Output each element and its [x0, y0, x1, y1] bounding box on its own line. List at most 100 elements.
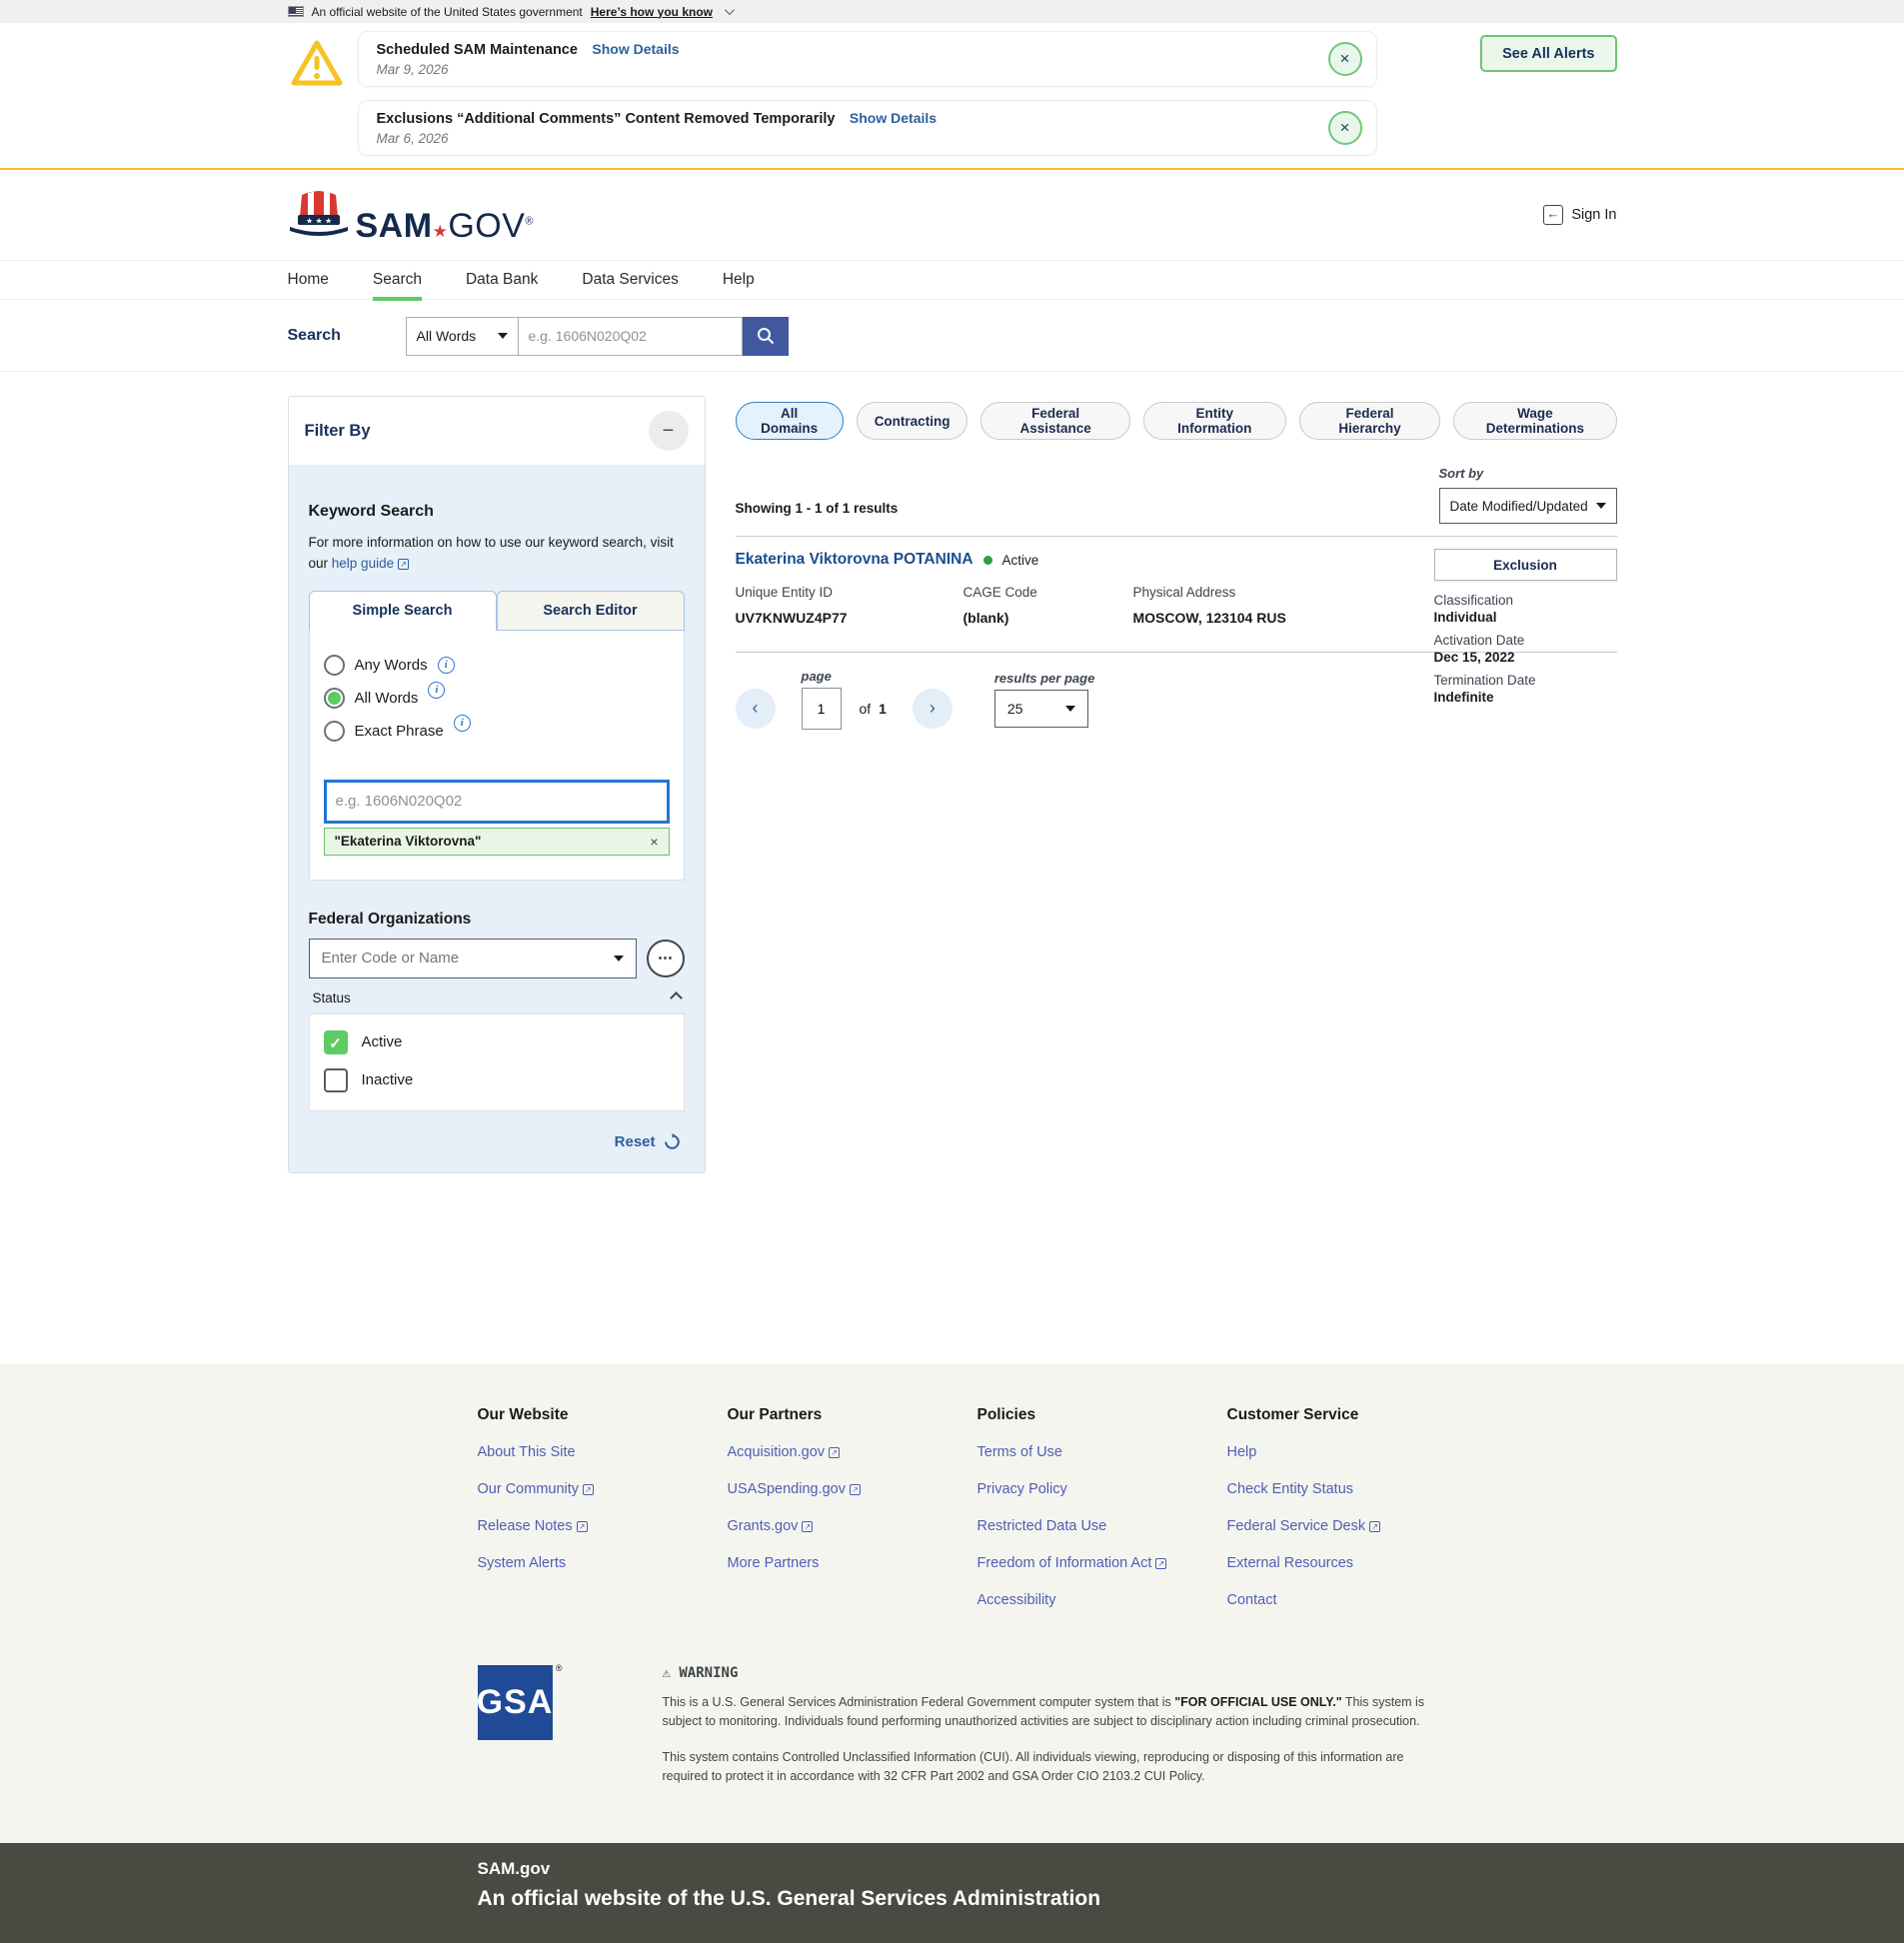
filter-panel: Filter By − Keyword Search For more info… — [288, 396, 706, 1173]
radio-label: All Words — [355, 690, 419, 707]
domain-tab-contracting[interactable]: Contracting — [857, 402, 968, 440]
domain-tab-entity-information[interactable]: Entity Information — [1143, 402, 1286, 440]
meta-value: Indefinite — [1434, 690, 1617, 705]
chevron-down-icon — [1065, 706, 1075, 712]
close-icon[interactable]: × — [1328, 111, 1362, 145]
footer-link-release-notes[interactable]: Release Notes↗ — [478, 1518, 728, 1534]
bottom-bar-subtitle: An official website of the U.S. General … — [478, 1887, 1617, 1911]
footer-link-contact[interactable]: Contact — [1227, 1592, 1477, 1608]
results-per-page-select[interactable]: 25 — [994, 690, 1088, 728]
nav-item-data-bank[interactable]: Data Bank — [466, 261, 538, 301]
sort-select[interactable]: Date Modified/Updated — [1439, 488, 1617, 524]
show-details-link[interactable]: Show Details — [592, 41, 679, 57]
sign-in-link[interactable]: Sign In — [1543, 205, 1616, 225]
footer-link-about-this-site[interactable]: About This Site — [478, 1444, 728, 1460]
footer-link-terms-of-use[interactable]: Terms of Use — [977, 1444, 1227, 1460]
previous-page-button[interactable]: ‹ — [736, 689, 776, 729]
alert-title: Exclusions “Additional Comments” Content… — [377, 111, 836, 127]
remove-tag-icon[interactable]: × — [650, 834, 658, 850]
footer-column-our-partners: Our Partners Acquisition.gov↗ USASpendin… — [728, 1406, 977, 1629]
domain-tab-federal-assistance[interactable]: Federal Assistance — [980, 402, 1129, 440]
gsa-registered-mark: ® — [556, 1663, 563, 1673]
nav-item-help[interactable]: Help — [723, 261, 755, 301]
footer-link-restricted-data-use[interactable]: Restricted Data Use — [977, 1518, 1227, 1534]
radio-label: Exact Phrase — [355, 723, 444, 740]
radio-any-words[interactable] — [324, 655, 345, 676]
tab-search-editor[interactable]: Search Editor — [497, 591, 685, 631]
total-pages: 1 — [879, 701, 887, 717]
footer-link-more-partners[interactable]: More Partners — [728, 1555, 977, 1571]
gov-banner: An official website of the United States… — [0, 0, 1904, 23]
footer-column-customer-service: Customer Service Help Check Entity Statu… — [1227, 1406, 1477, 1629]
minus-icon: − — [663, 420, 675, 442]
info-icon[interactable]: i — [428, 682, 445, 699]
footer-link-external-resources[interactable]: External Resources — [1227, 1555, 1477, 1571]
page-label: page — [802, 669, 842, 684]
help-guide-link[interactable]: help guide↗ — [332, 556, 409, 571]
checkbox-inactive[interactable] — [324, 1068, 348, 1092]
nav-item-home[interactable]: Home — [288, 261, 329, 301]
search-label: Search — [288, 327, 406, 345]
how-you-know-link[interactable]: Here’s how you know — [591, 5, 713, 19]
info-icon[interactable]: i — [454, 715, 471, 732]
close-icon[interactable]: × — [1328, 42, 1362, 76]
footer-link-federal-service-desk[interactable]: Federal Service Desk↗ — [1227, 1518, 1477, 1534]
meta-value: Individual — [1434, 610, 1617, 625]
domain-tab-wage-determinations[interactable]: Wage Determinations — [1453, 402, 1616, 440]
show-details-link[interactable]: Show Details — [850, 110, 937, 126]
search-button[interactable] — [743, 317, 789, 356]
search-mode-select[interactable]: All Words — [406, 317, 518, 356]
field-value: (blank) — [963, 610, 1133, 626]
footer-link-system-alerts[interactable]: System Alerts — [478, 1555, 728, 1571]
federal-org-select[interactable]: Enter Code or Name — [309, 939, 637, 978]
info-icon[interactable]: i — [438, 657, 455, 674]
warning-heading: WARNING — [679, 1665, 738, 1681]
collapse-filters-button[interactable]: − — [649, 411, 689, 451]
checkbox-active[interactable]: ✓ — [324, 1030, 348, 1054]
global-search-bar: Search All Words — [0, 300, 1904, 372]
active-status-dot — [983, 556, 992, 565]
ellipsis-icon: ⋯ — [658, 950, 673, 967]
tab-simple-search[interactable]: Simple Search — [309, 591, 497, 631]
keyword-search-input[interactable] — [324, 780, 670, 824]
footer-link-foia[interactable]: Freedom of Information Act↗ — [977, 1555, 1227, 1571]
result-title-link[interactable]: Ekaterina Viktorovna POTANINA — [736, 551, 973, 569]
page-number-input[interactable] — [802, 688, 842, 730]
exclusion-badge-button[interactable]: Exclusion — [1434, 549, 1617, 581]
see-all-alerts-button[interactable]: See All Alerts — [1480, 35, 1616, 72]
footer-link-our-community[interactable]: Our Community↗ — [478, 1481, 728, 1497]
next-page-button[interactable]: › — [913, 689, 952, 729]
domain-tab-federal-hierarchy[interactable]: Federal Hierarchy — [1299, 402, 1441, 440]
more-options-button[interactable]: ⋯ — [647, 940, 685, 977]
status-badge: Active — [1002, 553, 1039, 568]
reset-icon[interactable] — [664, 1133, 681, 1150]
sort-by-label: Sort by — [1439, 466, 1617, 481]
footer-link-acquisition-gov[interactable]: Acquisition.gov↗ — [728, 1444, 977, 1460]
radio-all-words[interactable] — [324, 688, 345, 709]
checkbox-label: Active — [362, 1033, 403, 1050]
external-link-icon: ↗ — [577, 1521, 588, 1532]
nav-item-search[interactable]: Search — [373, 261, 422, 301]
footer-link-check-entity-status[interactable]: Check Entity Status — [1227, 1481, 1477, 1497]
radio-exact-phrase[interactable] — [324, 721, 345, 742]
footer-link-accessibility[interactable]: Accessibility — [977, 1592, 1227, 1608]
us-flag-icon — [288, 6, 304, 17]
gsa-logo: GSA ® — [478, 1665, 553, 1803]
reset-filters-link[interactable]: Reset — [615, 1133, 656, 1150]
footer-link-help[interactable]: Help — [1227, 1444, 1477, 1460]
domain-tab-all-domains[interactable]: All Domains — [736, 402, 844, 440]
alert-exclusions: Exclusions “Additional Comments” Content… — [358, 100, 1377, 156]
footer-link-privacy-policy[interactable]: Privacy Policy — [977, 1481, 1227, 1497]
footer-column-policies: Policies Terms of Use Privacy Policy Res… — [977, 1406, 1227, 1629]
chevron-up-icon[interactable] — [670, 991, 683, 1004]
alert-maintenance: Scheduled SAM Maintenance Show Details M… — [358, 31, 1377, 87]
footer-link-usaspending-gov[interactable]: USASpending.gov↗ — [728, 1481, 977, 1497]
logo-sam-text: SAM — [356, 207, 433, 245]
svg-text:★: ★ — [325, 217, 332, 226]
sam-gov-logo[interactable]: ★★★ SAM★GOV® — [288, 187, 535, 243]
footer-link-grants-gov[interactable]: Grants.gov↗ — [728, 1518, 977, 1534]
footer-heading: Customer Service — [1227, 1406, 1477, 1424]
field-label: CAGE Code — [963, 585, 1133, 600]
nav-item-data-services[interactable]: Data Services — [582, 261, 678, 301]
global-search-input[interactable] — [518, 317, 743, 356]
